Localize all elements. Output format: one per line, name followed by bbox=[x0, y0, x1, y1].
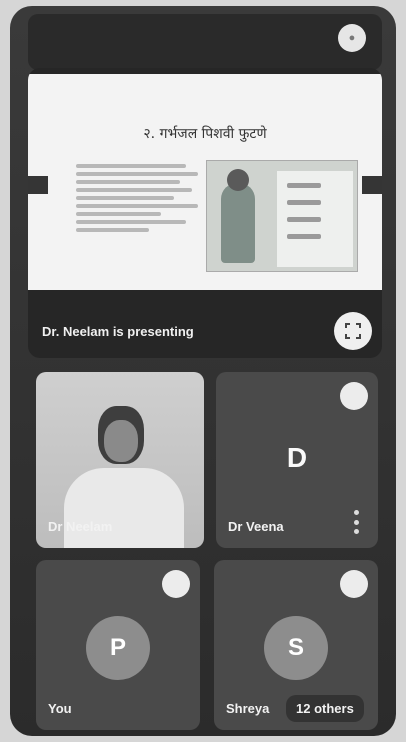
speaking-indicator-icon bbox=[162, 570, 190, 598]
top-bar: ● bbox=[28, 14, 382, 70]
participant-name: Dr Veena bbox=[228, 519, 284, 534]
presentation-panel[interactable]: २. गर्भजल पिशवी फुटणे Dr. Neelam is pres… bbox=[28, 68, 382, 358]
more-options-icon[interactable] bbox=[354, 510, 360, 534]
participant-tile-dr-neelam[interactable]: Dr Neelam bbox=[36, 372, 204, 548]
participant-tile-you[interactable]: P You bbox=[36, 560, 200, 730]
speaking-indicator-icon bbox=[340, 570, 368, 598]
participant-name: Dr Neelam bbox=[48, 519, 113, 534]
participant-initial: D bbox=[286, 442, 308, 473]
participant-tile-shreya[interactable]: S Shreya 12 others bbox=[214, 560, 378, 730]
others-count-badge[interactable]: 12 others bbox=[286, 695, 364, 722]
slide-illustration bbox=[206, 160, 358, 272]
speaking-indicator-icon bbox=[340, 382, 368, 410]
slide-left-edge bbox=[28, 176, 48, 194]
participant-name: Shreya bbox=[226, 701, 270, 716]
slide-body-text bbox=[76, 164, 198, 236]
slide-right-edge bbox=[362, 176, 382, 194]
avatar: S bbox=[264, 616, 328, 680]
slide-title: २. गर्भजल पिशवी फुटणे bbox=[143, 126, 267, 142]
meeting-screen: ● २. गर्भजल पिशवी फुटणे Dr. Neelam is pr… bbox=[10, 6, 396, 736]
fullscreen-icon[interactable] bbox=[334, 312, 372, 350]
participant-name: You bbox=[48, 701, 72, 716]
avatar: P bbox=[86, 616, 150, 680]
presenter-label: Dr. Neelam is presenting bbox=[42, 324, 194, 339]
shared-slide: २. गर्भजल पिशवी फुटणे bbox=[28, 74, 382, 290]
participant-tile-dr-veena[interactable]: D Dr Veena bbox=[216, 372, 378, 548]
status-icon[interactable]: ● bbox=[338, 24, 366, 52]
